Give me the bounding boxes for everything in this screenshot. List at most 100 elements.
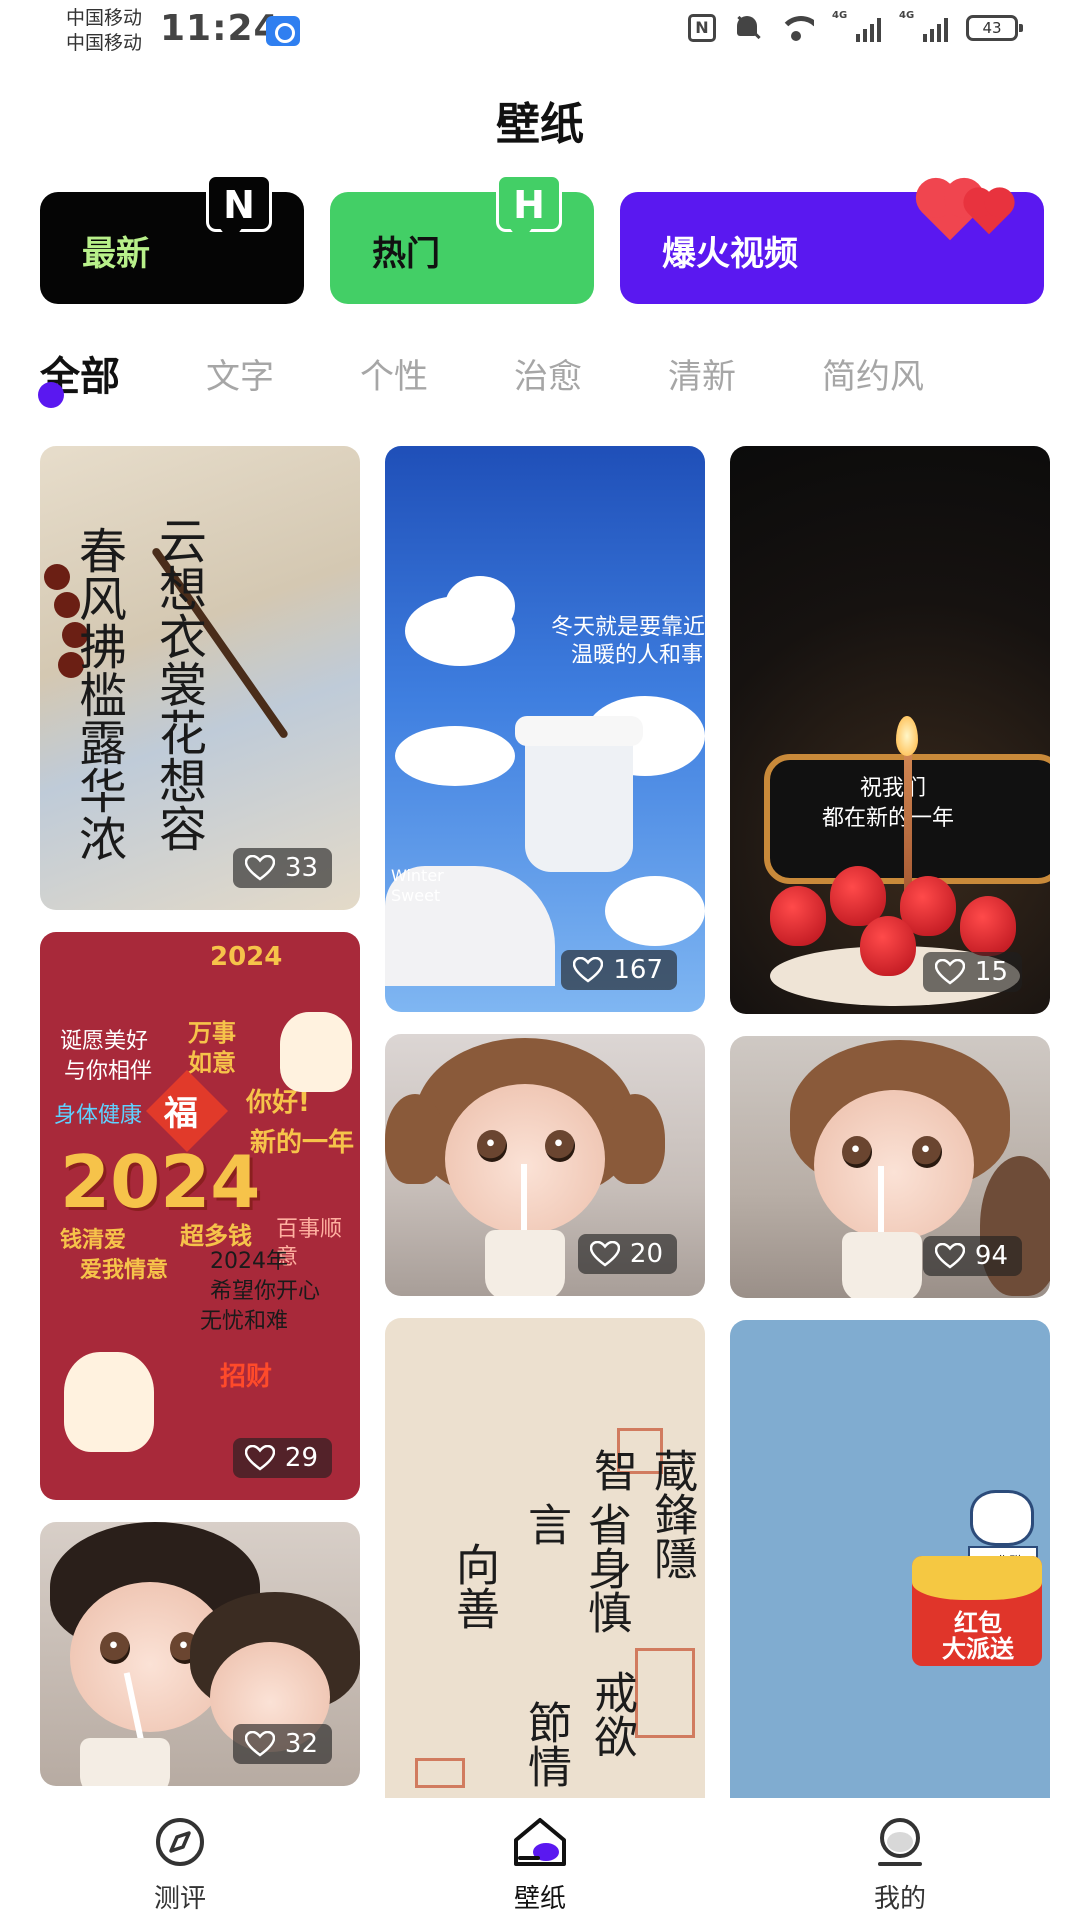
likes-badge: 15	[922, 952, 1022, 992]
likes-badge: 20	[577, 1234, 677, 1274]
status-time: 11:24	[160, 8, 280, 49]
quote-line: 都在新的一年	[822, 806, 955, 831]
bottom-nav: 测评 壁纸 我的	[0, 1798, 1080, 1920]
tab-healing[interactable]: 治愈	[514, 352, 582, 412]
heart-icon	[244, 855, 275, 881]
category-viral-video-button[interactable]: 爆火视频	[620, 183, 1044, 304]
calligraphy-text: 向善	[448, 1542, 499, 1630]
decor-text: 万事如意	[188, 1019, 236, 1077]
wifi-icon	[778, 14, 814, 42]
wallpaper-card[interactable]: 蔵鋒隱智 省身慎言 節情 戒欲 向善	[385, 1318, 705, 1798]
home-icon	[514, 1818, 566, 1866]
wallpaper-card[interactable]: 工作群 红包 大派送	[730, 1320, 1050, 1798]
wallpaper-card[interactable]: 春风拂槛露华浓 云想衣裳花想容 33	[40, 446, 360, 910]
category-latest-button[interactable]: 最新 N	[40, 174, 304, 304]
likes-badge: 94	[922, 1236, 1022, 1276]
likes-count: 29	[284, 1443, 318, 1473]
nav-wallpaper[interactable]: 壁纸	[460, 1814, 620, 1915]
eye-image	[545, 1130, 575, 1162]
nav-label: 测评	[153, 1884, 206, 1914]
network-type: 4G	[899, 10, 915, 21]
app-notification-icon	[266, 16, 300, 46]
mascot-image	[970, 1490, 1034, 1546]
active-indicator-icon	[38, 382, 64, 408]
decor-text: 与你相伴	[64, 1059, 153, 1084]
tab-personality[interactable]: 个性	[360, 352, 428, 412]
year-text: 2024	[60, 1140, 261, 1224]
new-badge-icon: N	[206, 174, 272, 243]
mute-bell-icon	[734, 14, 760, 42]
category-label: 爆火视频	[662, 234, 798, 274]
wallpaper-card[interactable]: 冬天就是要靠近 温暖的人和事 Winter Sweet 167	[385, 446, 705, 1012]
dragon-image	[64, 1352, 154, 1452]
heart-icon	[573, 957, 604, 983]
likes-badge: 29	[232, 1438, 332, 1478]
decor-text: 希望你开心	[210, 1279, 321, 1304]
wallpaper-card[interactable]: 祝我们 都在新的一年 15	[730, 446, 1050, 1014]
carrier-label: 中国移动	[66, 7, 143, 29]
nfc-icon: N	[688, 14, 716, 42]
wallpaper-card[interactable]: 20	[385, 1034, 705, 1296]
decor-text: 2024年	[210, 1249, 288, 1274]
status-bar: 中国移动 中国移动 11:24 N 4G 4G 43	[0, 0, 1080, 64]
heart-icon	[589, 1241, 620, 1267]
eye-image	[477, 1130, 507, 1162]
decor-text: 身体健康	[54, 1103, 143, 1128]
category-hot-button[interactable]: 热门 H	[330, 174, 594, 304]
flame-image	[896, 716, 918, 756]
decor-text: 无忧和难	[200, 1309, 289, 1334]
calligraphy-text: 省身慎言	[520, 1502, 631, 1634]
tab-all[interactable]: 全部	[38, 352, 120, 412]
cup-image	[525, 732, 633, 872]
nav-label: 壁纸	[513, 1884, 566, 1914]
decor-text: 新的一年	[250, 1128, 355, 1158]
hot-badge-icon: H	[496, 174, 562, 243]
nav-profile[interactable]: 我的	[820, 1814, 980, 1915]
decor-text: 招财	[220, 1362, 273, 1392]
calligraphy-text: 戒欲	[586, 1670, 637, 1758]
likes-badge: 33	[232, 848, 332, 888]
heart-icon	[934, 959, 965, 985]
wallpaper-card[interactable]: 32	[40, 1522, 360, 1786]
eye-image	[912, 1136, 942, 1168]
category-label: 最新	[82, 234, 150, 274]
nav-review[interactable]: 测评	[100, 1814, 260, 1915]
decor-text: 钱清爱	[60, 1228, 127, 1253]
nav-label: 我的	[873, 1884, 926, 1914]
red-packet-text: 红包 大派送	[942, 1609, 1014, 1663]
category-label: 热门	[372, 234, 440, 274]
page-title: 壁纸	[496, 99, 584, 150]
likes-count: 15	[974, 957, 1008, 987]
carrier-label: 中国移动	[66, 32, 143, 54]
tab-text[interactable]: 文字	[206, 352, 274, 412]
network-type: 4G	[832, 10, 848, 21]
likes-count: 167	[613, 955, 663, 985]
carrier-info: 中国移动 中国移动	[66, 6, 142, 56]
compass-icon	[156, 1818, 204, 1866]
hearts-icon	[904, 176, 1011, 244]
quote-line: 祝我们	[860, 776, 927, 801]
status-icons: N 4G 4G 43	[688, 10, 1023, 42]
tab-fresh[interactable]: 清新	[668, 352, 736, 412]
heart-icon	[244, 1445, 275, 1471]
filter-tabs: 全部 文字 个性 治愈 清新 简约风	[38, 352, 1040, 412]
signal-icon: 4G	[832, 10, 881, 42]
wallpaper-card[interactable]: 94	[730, 1036, 1050, 1298]
calligraphy-text: 云想衣裳花想容	[150, 516, 206, 852]
profile-icon	[878, 1818, 922, 1866]
wallpaper-grid: 春风拂槛露华浓 云想衣裳花想容 33 2024 诞愿美好 与你相伴 万事如意 你…	[40, 446, 1050, 1798]
likes-count: 33	[284, 853, 318, 883]
eye-image	[842, 1136, 872, 1168]
decor-text: 爱我情意	[80, 1258, 169, 1283]
likes-count: 20	[629, 1239, 663, 1269]
eye-image	[100, 1632, 130, 1664]
decor-text: 百事顺意	[276, 1217, 343, 1270]
tab-minimal[interactable]: 简约风	[822, 352, 924, 412]
calligraphy-text: 春风拂槛露华浓	[70, 526, 126, 862]
dragon-image	[280, 1012, 352, 1092]
decor-text: 2024	[210, 942, 283, 972]
likes-badge: 32	[232, 1724, 332, 1764]
calligraphy-text: 節情	[520, 1700, 571, 1788]
wallpaper-card[interactable]: 2024 诞愿美好 与你相伴 万事如意 你好! 身体健康 福 新的一年 2024…	[40, 932, 360, 1500]
decor-text: 超多钱	[180, 1222, 252, 1250]
